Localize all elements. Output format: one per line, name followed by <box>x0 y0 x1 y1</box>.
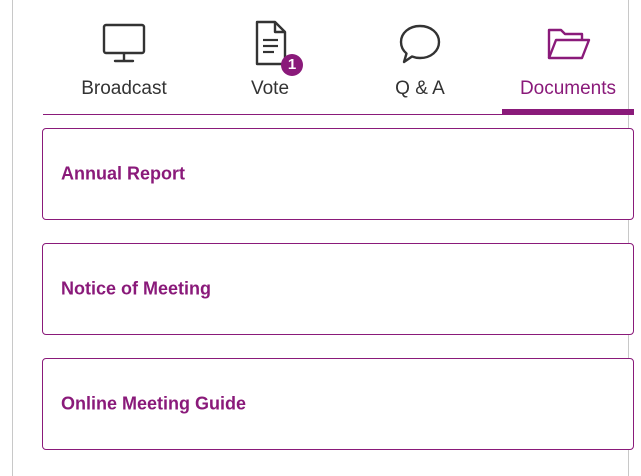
speech-bubble-icon <box>394 18 446 70</box>
folder-open-icon <box>542 18 594 70</box>
app-frame: Broadcast 1 Vote Q & A Documents Annual … <box>12 0 634 476</box>
document-item-notice-of-meeting[interactable]: Notice of Meeting <box>42 243 634 335</box>
tab-divider <box>43 114 634 115</box>
document-title: Notice of Meeting <box>61 278 212 299</box>
tab-qa-label: Q & A <box>395 78 445 99</box>
tab-vote-label: Vote <box>250 78 290 99</box>
tab-vote[interactable]: 1 Vote <box>205 0 335 112</box>
monitor-icon <box>98 18 150 70</box>
tab-broadcast[interactable]: Broadcast <box>59 0 189 112</box>
tab-bar: Broadcast 1 Vote Q & A Documents <box>30 0 635 115</box>
document-item-online-meeting-guide[interactable]: Online Meeting Guide <box>42 358 634 450</box>
tab-qa[interactable]: Q & A <box>355 0 485 112</box>
tab-documents[interactable]: Documents <box>502 0 634 114</box>
document-title: Online Meeting Guide <box>61 393 247 414</box>
document-item-annual-report[interactable]: Annual Report <box>42 128 634 220</box>
vote-count-badge: 1 <box>281 54 303 76</box>
document-title: Annual Report <box>61 163 185 184</box>
tab-broadcast-label: Broadcast <box>81 78 167 99</box>
tab-documents-label: Documents <box>519 78 617 99</box>
